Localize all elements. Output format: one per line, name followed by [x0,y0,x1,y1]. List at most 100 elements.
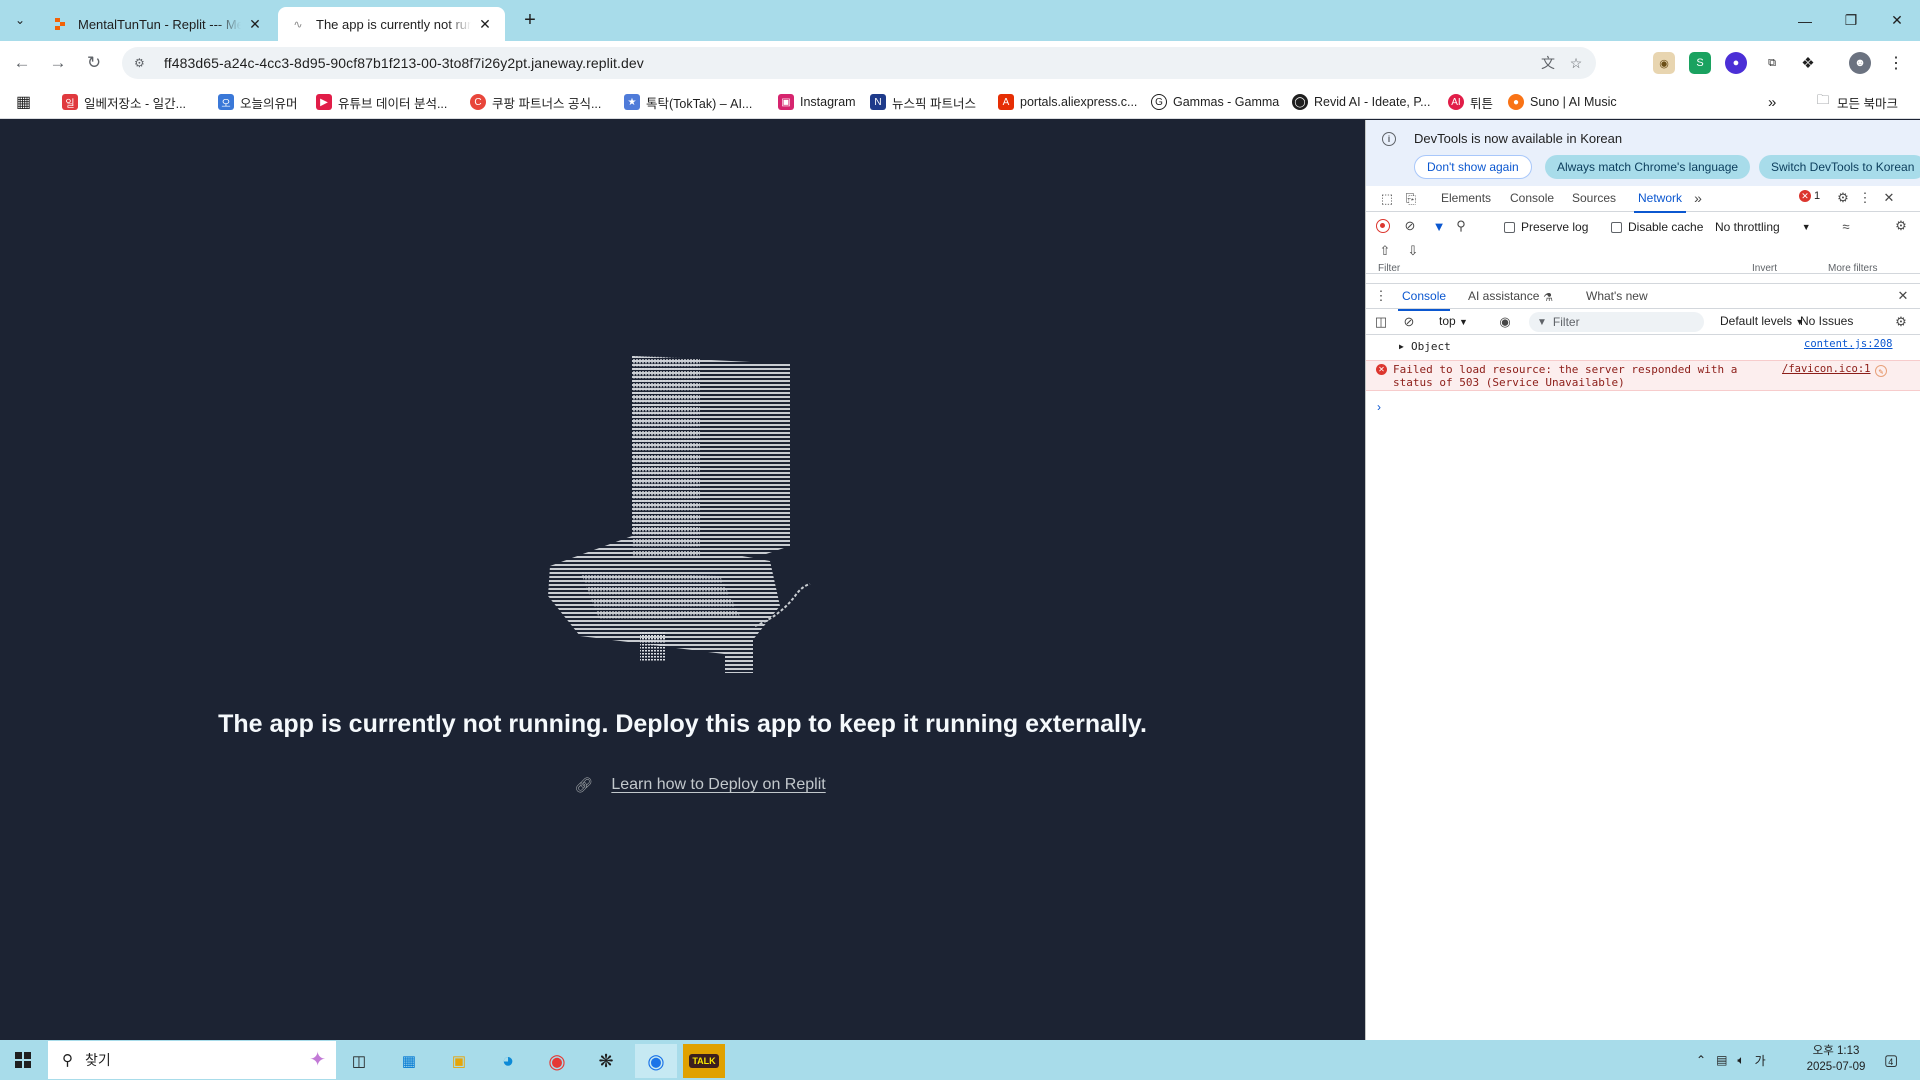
minimize-button[interactable]: — [1782,0,1828,41]
preserve-log-checkbox[interactable]: Preserve log [1504,220,1588,234]
task-view-button[interactable]: ◫ [338,1044,380,1078]
bookmark-item[interactable]: N 뉴스픽 파트너스 [870,91,976,113]
volume-icon[interactable]: 🔈︎ [1737,1053,1744,1068]
switch-to-korean-button[interactable]: Switch DevTools to Korean [1759,155,1920,179]
notification-center-button[interactable]: ▢ 4 [1884,1040,1898,1080]
system-clock[interactable]: 오후 1:13 2025-07-09 [1796,1043,1876,1075]
dont-show-again-button[interactable]: Don't show again [1414,155,1532,179]
close-window-button[interactable]: ✕ [1874,0,1920,41]
expand-triangle-icon[interactable]: ▶ [1399,342,1404,351]
error-counter[interactable]: ✕ 1 [1799,190,1820,202]
show-hidden-icons-icon[interactable]: ⌃ [1696,1053,1706,1067]
close-tab-icon[interactable]: ✕ [247,16,263,32]
network-conditions-icon[interactable]: ≈ [1837,217,1855,235]
issues-counter[interactable]: No Issues [1800,314,1853,328]
settings-gear-icon[interactable]: ⚙ [1834,189,1852,207]
new-tab-button[interactable]: + [518,8,542,32]
start-button[interactable] [0,1040,46,1080]
forward-button[interactable]: → [44,49,72,77]
invert-checkbox-label[interactable]: Invert [1752,263,1777,273]
restore-button[interactable]: ❐ [1828,0,1874,41]
screenshot-icon[interactable]: ⧉ [1761,52,1783,74]
network-icon[interactable]: ▤ [1716,1053,1727,1067]
chrome-menu-icon[interactable]: ⋮ [1885,52,1907,74]
bookmark-item[interactable]: G Gammas - Gamma [1151,91,1279,113]
console-message-text[interactable]: Object [1411,340,1451,353]
deploy-link-text[interactable]: Learn how to Deploy on Replit [611,776,825,794]
inspect-element-icon[interactable]: ⬚ [1378,190,1396,208]
search-icon[interactable]: ⚲ [1452,217,1470,235]
bookmark-item[interactable]: ● Suno | AI Music [1508,91,1617,113]
bookmark-item[interactable]: Aportals.aliexpress.c... [998,91,1137,113]
drawer-tab-whats-new[interactable]: What's new [1586,289,1648,303]
export-har-icon[interactable]: ⇩ [1404,242,1422,260]
chrome-active-button[interactable]: ◉ [635,1044,677,1078]
network-settings-icon[interactable]: ⚙ [1892,217,1910,235]
extension-ai-icon[interactable]: ● [1725,52,1747,74]
close-tab-icon[interactable]: ✕ [477,16,493,32]
throttling-select[interactable]: No throttling ▼ [1715,220,1811,234]
extension-cookie-icon[interactable]: ◉ [1653,52,1675,74]
microsoft-store-button[interactable]: ▦ [388,1044,430,1078]
bookmark-item[interactable]: ▶ 유튜브 데이터 분석... [316,91,447,113]
drawer-tab-ai-assistance[interactable]: AI assistance [1468,289,1539,303]
extensions-puzzle-icon[interactable]: ❖ [1797,52,1819,74]
bookmark-item[interactable]: ★ 톡탁(TokTak) – AI... [624,91,752,113]
console-message-source[interactable]: content.js:208 [1804,338,1893,350]
ai-explain-icon[interactable]: ✎ [1875,365,1887,377]
filter-input-partial[interactable]: Filter [1378,263,1400,273]
console-filter-input[interactable]: ▼ Filter [1529,312,1704,332]
more-tabs-icon[interactable]: » [1689,189,1707,207]
console-error-source[interactable]: /favicon.ico:1 [1782,363,1871,375]
record-icon[interactable] [1376,219,1390,233]
drawer-menu-icon[interactable]: ⋮ [1372,287,1390,305]
bookmark-item[interactable]: ▣ Instagram [778,91,856,113]
filter-funnel-icon[interactable]: ▼ [1430,217,1448,235]
chrome-button[interactable]: ◉ [536,1044,578,1078]
disable-cache-checkbox[interactable]: Disable cache [1611,220,1703,234]
bookmark-item[interactable]: C 쿠팡 파트너스 공식... [470,91,601,113]
console-prompt[interactable]: › [1377,400,1381,414]
context-select[interactable]: top ▼ [1439,314,1468,328]
bookmark-star-icon[interactable]: ☆ [1566,53,1586,73]
chatgpt-button[interactable]: ❋ [585,1044,627,1078]
close-drawer-icon[interactable]: ✕ [1894,287,1912,305]
sidebar-toggle-icon[interactable]: ◫ [1372,313,1390,331]
bookmark-item[interactable]: AI 튀튼 [1448,91,1493,113]
bookmark-item[interactable]: ◯ Revid AI - Ideate, P... [1292,91,1431,113]
more-bookmarks-button[interactable]: » [1768,91,1776,113]
profile-avatar-icon[interactable]: ☻ [1849,52,1871,74]
tab-app-not-running[interactable]: ∿ The app is currently not running ✕ [278,7,505,41]
all-bookmarks-folder[interactable]: 🗀 모든 북마크 [1815,91,1898,113]
tab-network[interactable]: Network [1633,191,1687,213]
taskbar-search-input[interactable]: ⚲ 찾기 ✦ [48,1041,336,1079]
edge-button[interactable]: ◕ [487,1044,529,1078]
import-har-icon[interactable]: ⇧ [1376,242,1394,260]
clear-icon[interactable]: ⊘ [1401,217,1419,235]
tab-elements[interactable]: Elements [1441,191,1491,205]
match-chrome-language-button[interactable]: Always match Chrome's language [1545,155,1751,179]
close-devtools-icon[interactable]: ✕ [1880,189,1898,207]
bookmark-item[interactable]: 일 일베저장소 - 일간... [62,91,186,113]
device-toolbar-icon[interactable]: ⎘ [1402,190,1420,208]
ime-indicator[interactable]: 가 [1755,1052,1766,1069]
apps-grid-button[interactable]: ▦ [16,91,31,113]
extension-s-icon[interactable]: S [1689,52,1711,74]
more-filters-button[interactable]: More filters [1828,263,1877,273]
back-button[interactable]: ← [8,49,36,77]
deploy-docs-link[interactable]: 🔗︎ Learn how to Deploy on Replit [0,776,1400,794]
reload-button[interactable]: ↻ [80,49,108,77]
tab-sources[interactable]: Sources [1572,191,1616,205]
console-settings-icon[interactable]: ⚙ [1892,313,1910,331]
tab-console[interactable]: Console [1510,191,1554,205]
translate-icon[interactable]: 文 [1538,53,1558,73]
eye-icon[interactable]: ◉ [1496,313,1514,331]
tab-search-button[interactable]: ⌄ [8,8,32,32]
file-explorer-button[interactable]: ▣ [438,1044,480,1078]
bookmark-item[interactable]: 오 오늘의유머 [218,91,298,113]
devtools-menu-icon[interactable]: ⋮ [1856,189,1874,207]
drawer-tab-console[interactable]: Console [1397,289,1451,311]
site-info-icon[interactable]: ⚙ [134,56,150,70]
tab-mentaltuntun[interactable]: MentalTunTun - Replit --- MentalTunTun ✕ [40,7,275,41]
clear-console-icon[interactable]: ⊘ [1400,313,1418,331]
